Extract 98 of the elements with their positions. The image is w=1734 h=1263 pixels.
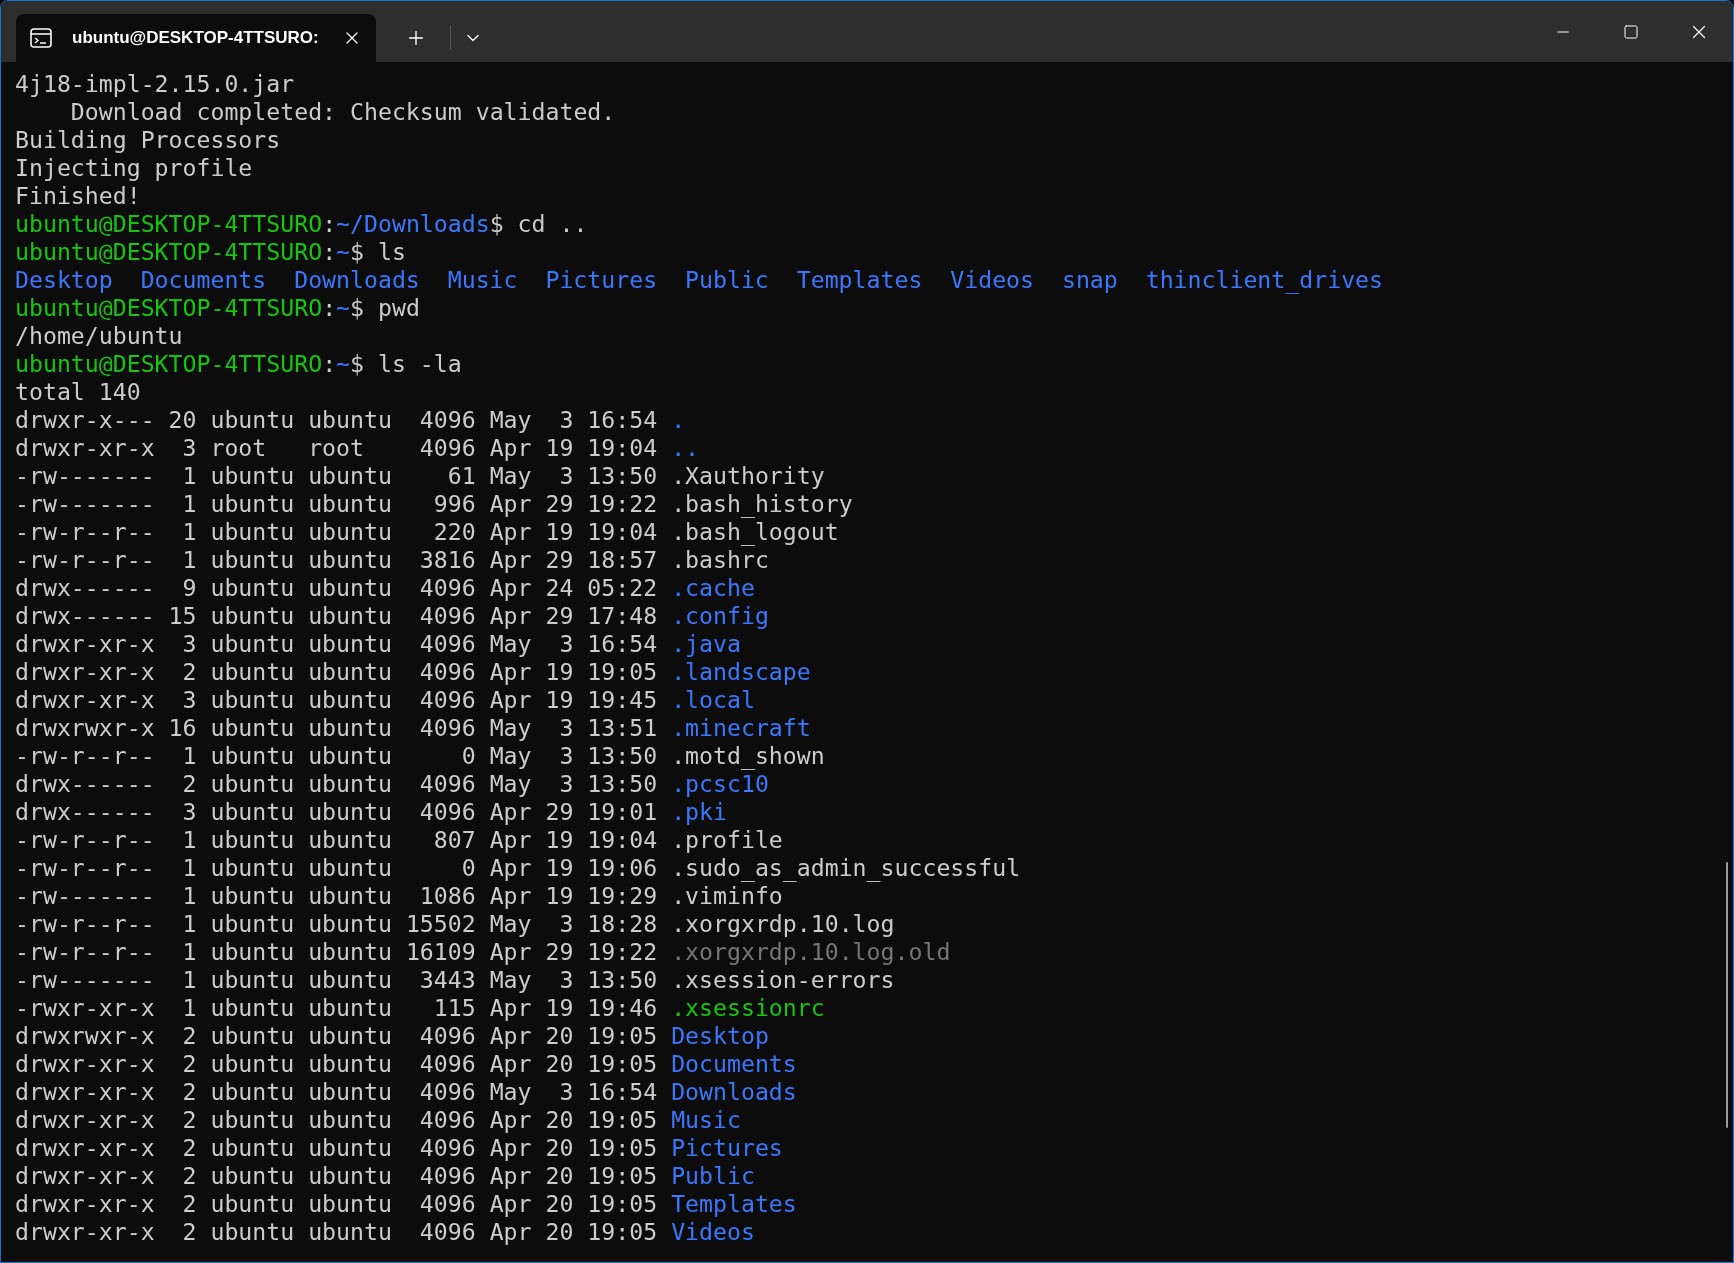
file-details: drwxr-xr-x 3 ubuntu ubuntu 4096 Apr 19 19:45 (15, 686, 658, 713)
file-details: drwxr-xr-x 2 ubuntu ubuntu 4096 Apr 20 19:05 (15, 1190, 658, 1217)
prompt-user: ubuntu@DESKTOP-4TTSURO (15, 238, 323, 265)
directory-name: . (671, 406, 686, 433)
prompt-path: ~ (336, 294, 351, 321)
file-details: drwx------ 3 ubuntu ubuntu 4096 Apr 29 19:01 (15, 798, 658, 825)
file-details: drwxr-xr-x 2 ubuntu ubuntu 4096 Apr 20 19:05 (15, 1106, 658, 1133)
command-text: $ pwd (350, 294, 420, 321)
file-details: -rw------- 1 ubuntu ubuntu 61 May 3 13:50 (15, 462, 658, 489)
file-name: .Xauthority (671, 462, 825, 489)
output-text: Injecting profile (15, 154, 253, 181)
directory-name: Desktop (15, 266, 113, 294)
terminal-icon (30, 28, 52, 48)
file-details: drwxr-xr-x 2 ubuntu ubuntu 4096 Apr 20 19:05 (15, 1162, 658, 1189)
file-name: .bash_history (671, 490, 853, 517)
file-name: .sudo_as_admin_successful (671, 854, 1021, 881)
file-details: -rw------- 1 ubuntu ubuntu 1086 Apr 19 19:29 (15, 882, 658, 909)
file-details: drwxrwxr-x 2 ubuntu ubuntu 4096 Apr 20 19:05 (15, 1022, 658, 1049)
file-details: -rw-r--r-- 1 ubuntu ubuntu 807 Apr 19 19:04 (15, 826, 658, 853)
file-details: -rw-r--r-- 1 ubuntu ubuntu 220 Apr 19 19:04 (15, 518, 658, 545)
file-details: drwxr-xr-x 3 ubuntu ubuntu 4096 May 3 16:54 (15, 630, 658, 657)
file-details: drwxr-xr-x 2 ubuntu ubuntu 4096 Apr 20 19:05 (15, 1218, 658, 1245)
file-details: drwxr-xr-x 2 ubuntu ubuntu 4096 Apr 20 19:05 (15, 1134, 658, 1161)
directory-name: Downloads (671, 1078, 797, 1105)
prompt-path: ~ (336, 350, 351, 377)
output-text: total 140 (15, 378, 141, 405)
file-details: drwx------ 9 ubuntu ubuntu 4096 Apr 24 05:22 (15, 574, 658, 601)
directory-name: Music (447, 266, 518, 294)
prompt-separator: : (322, 238, 337, 265)
file-name: .motd_shown (671, 742, 825, 769)
directory-name: Videos (671, 1218, 755, 1245)
prompt-user: ubuntu@DESKTOP-4TTSURO (15, 210, 323, 237)
directory-name: .local (671, 686, 755, 713)
directory-name: .landscape (671, 658, 811, 685)
file-details: drwxr-xr-x 2 ubuntu ubuntu 4096 May 3 16:54 (15, 1078, 658, 1105)
file-details: -rw-r--r-- 1 ubuntu ubuntu 0 May 3 13:50 (15, 742, 658, 769)
command-text: $ ls -la (350, 350, 462, 377)
file-details: -rw-r--r-- 1 ubuntu ubuntu 15502 May 3 18:28 (15, 910, 658, 937)
prompt-user: ubuntu@DESKTOP-4TTSURO (15, 294, 323, 321)
output-text: Download completed: Checksum validated. (70, 98, 616, 125)
file-details: -rwxr-xr-x 1 ubuntu ubuntu 115 Apr 19 19:46 (15, 994, 658, 1021)
prompt-path: ~/Downloads (336, 210, 490, 237)
file-name: .bashrc (671, 546, 769, 573)
file-details: drwx------ 15 ubuntu ubuntu 4096 Apr 29 17:48 (15, 602, 658, 629)
directory-name: Pictures (545, 266, 658, 294)
tab[interactable]: ubuntu@DESKTOP-4TTSURO: (16, 14, 376, 62)
output-text: /home/ubuntu (15, 322, 183, 349)
file-details: -rw-r--r-- 1 ubuntu ubuntu 3816 Apr 29 18:57 (15, 546, 658, 573)
command-text: $ ls (350, 238, 406, 265)
maximize-icon[interactable] (1623, 23, 1639, 40)
executable-name: .xsessionrc (671, 994, 825, 1021)
directory-name: Videos (950, 266, 1035, 294)
file-details: drwxr-xr-x 2 ubuntu ubuntu 4096 Apr 19 19:05 (15, 658, 658, 685)
directory-name: .minecraft (671, 714, 811, 741)
directory-name: Music (671, 1106, 741, 1133)
prompt-user: ubuntu@DESKTOP-4TTSURO (15, 350, 323, 377)
directory-name: .java (671, 630, 741, 657)
file-details: -rw-r--r-- 1 ubuntu ubuntu 16109 Apr 29 19:22 (15, 938, 658, 965)
command-text: $ cd .. (489, 210, 588, 237)
file-details: drwxr-x--- 20 ubuntu ubuntu 4096 May 3 16:54 (15, 406, 658, 433)
prompt-path: ~ (336, 238, 351, 265)
directory-name: Pictures (671, 1134, 783, 1161)
directory-name: Public (685, 266, 769, 294)
output-text: 4j18-impl-2.15.0.jar (15, 70, 295, 97)
scrollbar-thumb[interactable] (1726, 862, 1728, 1128)
file-details: -rw-r--r-- 1 ubuntu ubuntu 0 Apr 19 19:06 (15, 854, 658, 881)
file-details: drwxrwxr-x 16 ubuntu ubuntu 4096 May 3 13:51 (15, 714, 658, 741)
prompt-separator: : (322, 210, 337, 237)
directory-name: .pki (671, 798, 727, 825)
prompt-separator: : (322, 294, 337, 321)
directory-name: Desktop (671, 1022, 769, 1049)
output-text: Building Processors (15, 126, 281, 153)
directory-name: Documents (671, 1050, 797, 1077)
backup-file-name: .xorgxrdp.10.log.old (671, 938, 951, 965)
prompt-separator: : (322, 350, 337, 377)
file-name: .viminfo (671, 882, 783, 909)
file-name: .xorgxrdp.10.log (671, 910, 895, 937)
directory-name: thinclient_drives (1145, 266, 1383, 294)
directory-name: Downloads (294, 266, 420, 294)
file-details: drwx------ 2 ubuntu ubuntu 4096 May 3 13:50 (15, 770, 658, 797)
directory-name: Templates (671, 1190, 797, 1217)
directory-name: Public (671, 1162, 755, 1189)
directory-name: .config (671, 602, 769, 629)
directory-name: snap (1061, 266, 1118, 294)
file-details: -rw------- 1 ubuntu ubuntu 3443 May 3 13:50 (15, 966, 658, 993)
directory-name: Documents (140, 266, 267, 294)
directory-name: .pcsc10 (671, 770, 769, 797)
directory-name: .. (671, 434, 700, 461)
file-details: drwxr-xr-x 2 ubuntu ubuntu 4096 Apr 20 19:05 (15, 1050, 658, 1077)
file-name: .profile (671, 826, 783, 853)
file-details: drwxr-xr-x 3 root root 4096 Apr 19 19:04 (15, 434, 658, 461)
directory-name: .cache (671, 574, 755, 601)
file-name: .bash_logout (671, 518, 839, 545)
output-text: Finished! (15, 182, 141, 209)
tab-title: ubuntu@DESKTOP-4TTSURO: (72, 28, 320, 48)
file-details: -rw------- 1 ubuntu ubuntu 996 Apr 29 19:22 (15, 490, 658, 517)
directory-name: Templates (796, 266, 923, 294)
file-name: .xsession-errors (671, 966, 895, 993)
